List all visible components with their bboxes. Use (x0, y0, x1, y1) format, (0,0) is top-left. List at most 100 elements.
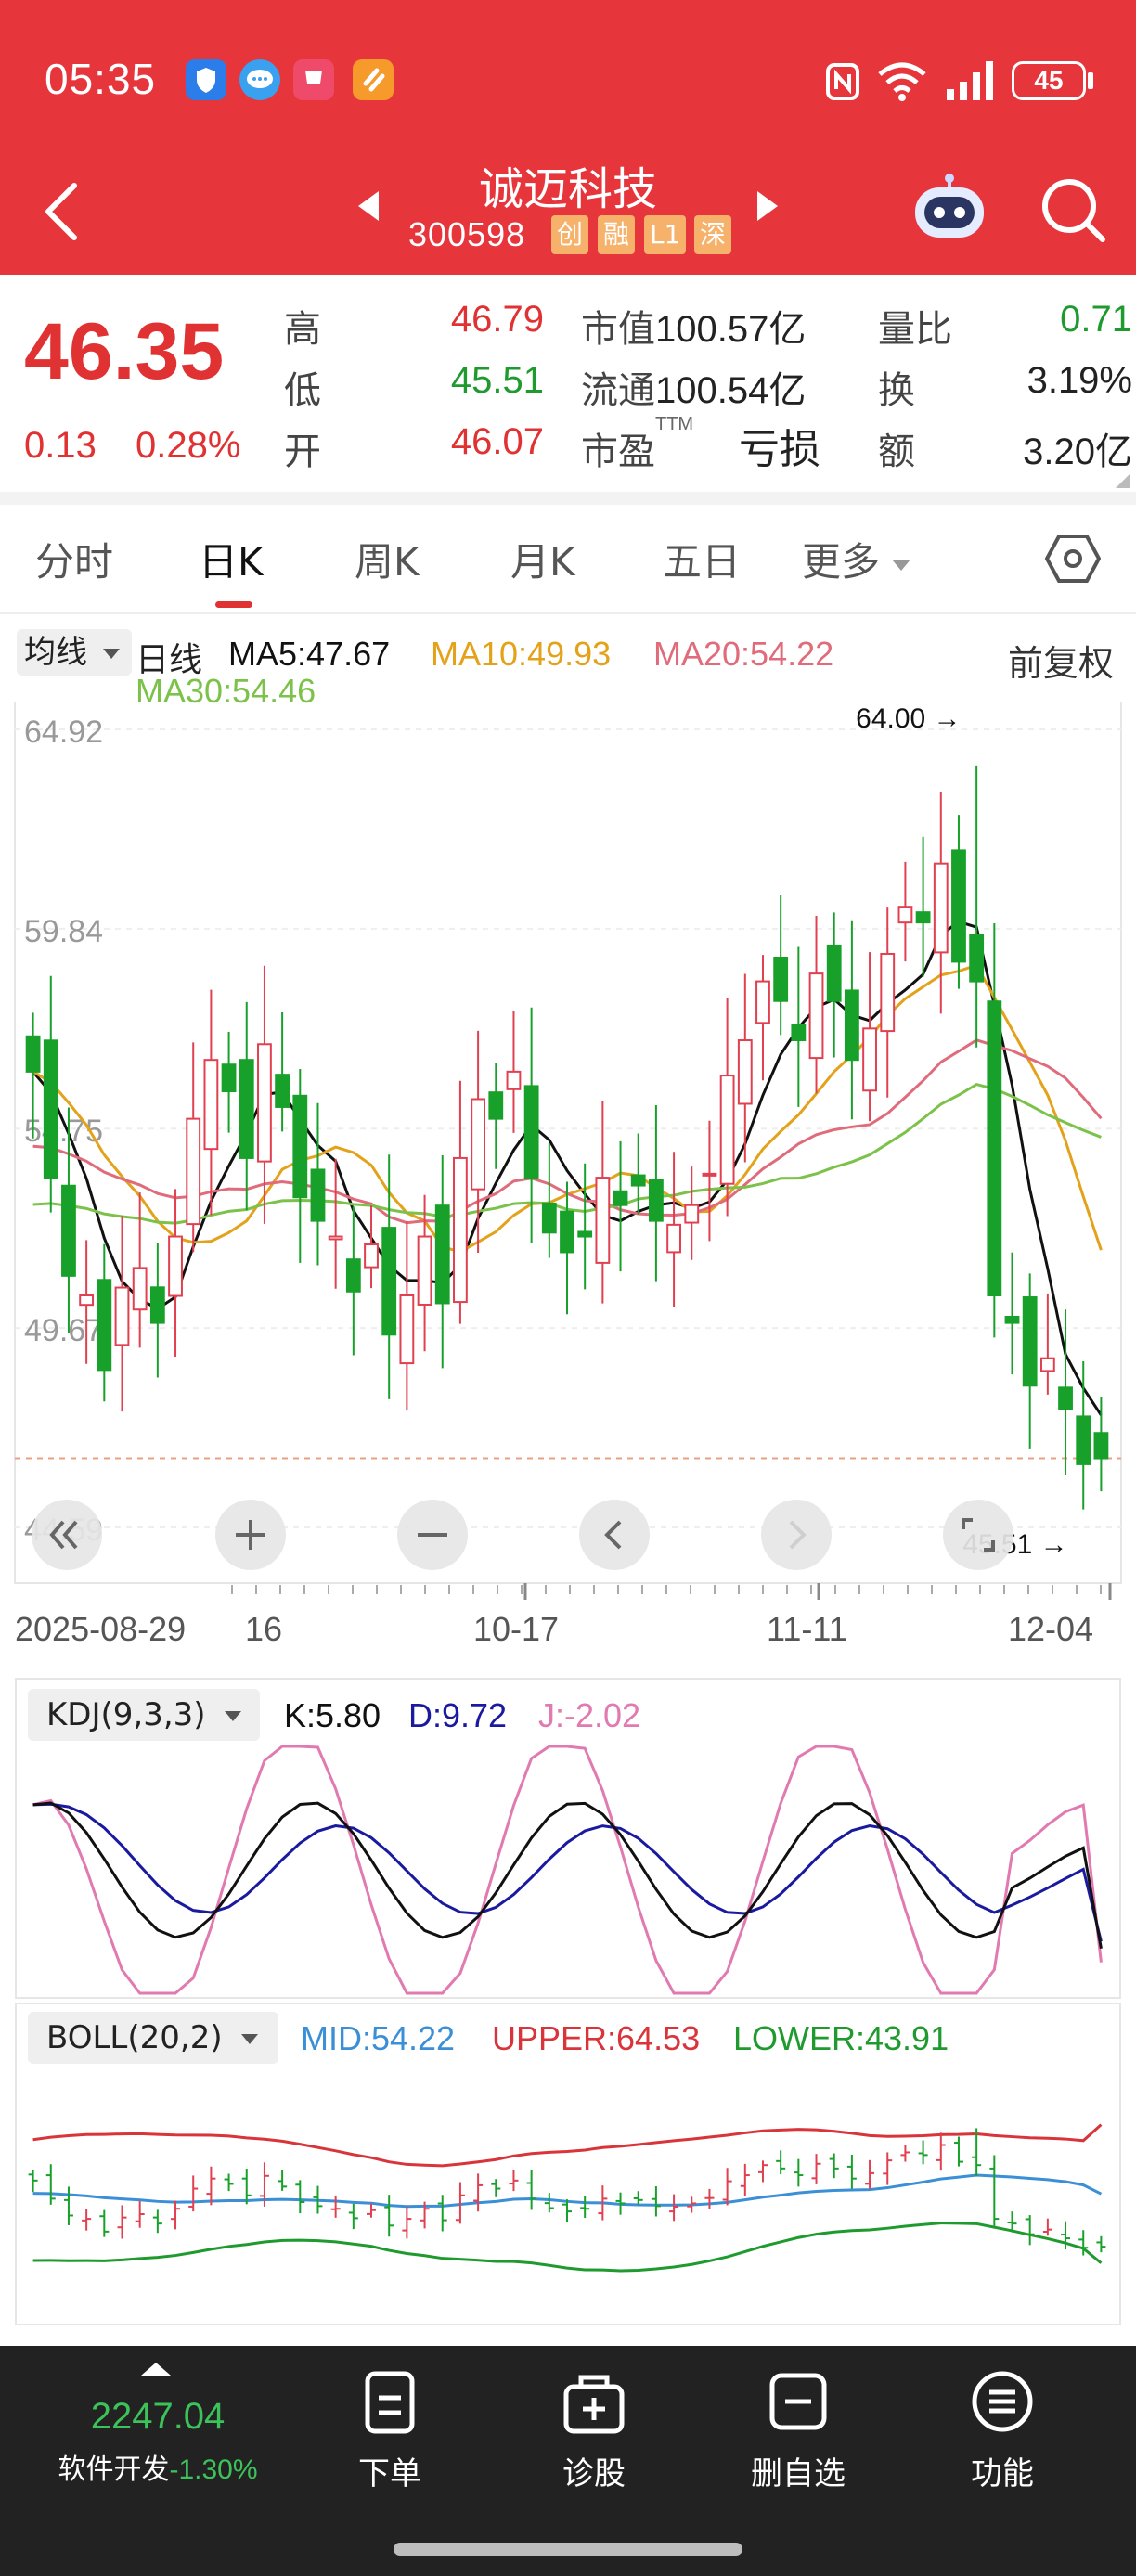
candle-body (114, 1286, 130, 1346)
candle-body (25, 1035, 41, 1073)
zoom-out-button[interactable] (397, 1500, 468, 1570)
robot-assistant-icon[interactable] (908, 173, 991, 247)
price-change-pct: 0.28% (136, 425, 241, 466)
home-indicator[interactable] (394, 2543, 742, 2556)
candle-body (506, 1070, 522, 1090)
chart-settings-icon[interactable] (1044, 531, 1102, 590)
candle-body (292, 1094, 308, 1199)
candle-body (826, 944, 842, 1002)
candle-body (755, 980, 770, 1024)
zoom-in-button[interactable] (215, 1500, 286, 1570)
kdj-chart (32, 1745, 1103, 1995)
candle-body (257, 1043, 272, 1163)
candle-body (951, 849, 966, 963)
expand-corner-icon[interactable] (1114, 471, 1132, 494)
nav-stock-diagnosis[interactable]: 诊股 (520, 2364, 668, 2492)
medical-kit-icon (563, 2375, 625, 2434)
candle-body (1022, 1296, 1038, 1387)
kdj-indicator-select[interactable]: KDJ(9,3,3) (28, 1689, 260, 1741)
tab-five-day[interactable]: 五日 (663, 531, 741, 587)
kdj-k-value: K:5.80 (284, 1696, 381, 1734)
candle-body (186, 1117, 201, 1226)
tab-intraday[interactable]: 分时 (35, 531, 113, 587)
candle-body (364, 1243, 379, 1269)
tab-monthly-k[interactable]: 月K (510, 531, 575, 587)
candle-body (381, 1227, 397, 1336)
sector-index-widget[interactable]: 2247.04 软件开发-1.30% (37, 2363, 278, 2492)
candle-body (1039, 1357, 1055, 1372)
boll-lower-value: LOWER:43.91 (733, 2019, 949, 2057)
chevron-down-icon (241, 2034, 259, 2044)
candle-body (648, 1179, 664, 1222)
tag-chinext: 创 (551, 215, 589, 254)
nav-place-order[interactable]: 下单 (316, 2364, 464, 2492)
x-axis-ticks (231, 1583, 1112, 1600)
candle-body (897, 906, 913, 924)
menu-circle-icon (972, 2371, 1033, 2432)
tab-weekly-k[interactable]: 周K (355, 531, 420, 587)
active-tab-indicator (215, 601, 252, 608)
candle-body (560, 1210, 574, 1254)
battery-tip (1088, 72, 1093, 89)
nav-functions[interactable]: 功能 (928, 2364, 1077, 2492)
candle-body (168, 1235, 183, 1297)
price-adjust-toggle[interactable]: 前复权 (1008, 635, 1114, 686)
chevron-down-icon (102, 649, 120, 659)
nav-label: 诊股 (562, 2455, 626, 2492)
kdj-select-label: KDJ(9,3,3) (46, 1696, 206, 1733)
price-markers: 64.00 →45.51 → (856, 703, 1068, 1560)
float-cap-label: 流通 (581, 369, 655, 412)
date-tick: 16 (245, 1610, 283, 1648)
candle-body (595, 1177, 611, 1264)
app-gallery-icon (293, 59, 334, 100)
kdj-d-line (32, 1802, 1103, 1942)
boll-chart (28, 2123, 1106, 2273)
fullscreen-button[interactable] (943, 1500, 1013, 1570)
nav-remove-watchlist[interactable]: 删自选 (724, 2364, 872, 2492)
candle-body (808, 972, 824, 1060)
ma5-label: MA5:47.67 (228, 635, 391, 673)
candle-body (719, 1075, 735, 1185)
candle-body (345, 1258, 361, 1293)
nav-label: 功能 (971, 2455, 1034, 2492)
candle-body (43, 1039, 58, 1179)
status-time: 05:35 (45, 55, 157, 103)
current-price: 46.35 (24, 307, 225, 396)
message-app-icon (239, 59, 280, 100)
high-label: 高 (284, 308, 321, 351)
scroll-left-button[interactable] (579, 1500, 650, 1570)
sector-index-line: 软件开发-1.30% (37, 2446, 278, 2487)
candle-body (1004, 1316, 1020, 1324)
sector-index-value: 2247.04 (90, 2396, 226, 2437)
date-tick: 12-04 (1008, 1610, 1094, 1648)
tab-more[interactable]: 更多 (802, 531, 911, 587)
candle-body (933, 862, 949, 954)
candle-body (453, 1156, 468, 1304)
shield-app-icon (186, 59, 226, 100)
candle-body (684, 1204, 700, 1224)
tab-daily-k[interactable]: 日K (199, 531, 264, 587)
candle-body (1058, 1386, 1073, 1410)
kdj-j-value: J:-2.02 (538, 1696, 641, 1734)
ma-indicator-select[interactable]: 均线 (17, 629, 132, 676)
boll-select-label: BOLL(20,2) (46, 2019, 223, 2056)
candle-body (61, 1184, 76, 1277)
nav-label: 下单 (358, 2455, 421, 2492)
candle-body (399, 1294, 415, 1365)
float-cap-value: 100.54亿 (655, 370, 807, 411)
candle-body (791, 1024, 807, 1042)
boll-indicator-select[interactable]: BOLL(20,2) (28, 2012, 278, 2064)
candle-body (275, 1074, 290, 1108)
candle-body (132, 1267, 148, 1311)
y-tick-label: 59.84 (24, 914, 103, 949)
turnover-label: 换 (878, 369, 915, 412)
chevron-up-icon (141, 2363, 171, 2376)
candle-body (97, 1279, 112, 1372)
search-icon[interactable] (1038, 174, 1108, 249)
candle-body (773, 957, 789, 1002)
kline-chart[interactable]: 64.9259.8454.7549.6744.59 64.00 →45.51 → (0, 702, 1136, 1629)
scroll-right-button[interactable] (761, 1500, 832, 1570)
kdj-k-line (32, 1801, 1103, 1949)
scroll-start-button[interactable] (32, 1500, 102, 1570)
candle-body (221, 1063, 237, 1093)
